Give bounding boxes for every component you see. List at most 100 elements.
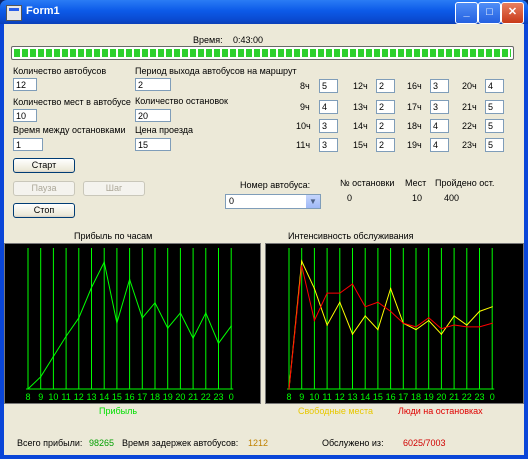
hour-interval-input[interactable]: 2 xyxy=(376,79,395,93)
data-point xyxy=(364,306,366,308)
bus-delay-value: 1212 xyxy=(248,438,269,448)
hour-interval-input[interactable]: 5 xyxy=(485,138,504,152)
data-point xyxy=(402,322,404,324)
hour-interval-input[interactable]: 4 xyxy=(430,138,449,152)
step-button[interactable]: Шаг xyxy=(83,181,145,196)
x-tick-label: 17 xyxy=(398,392,408,402)
hour-label: 16ч xyxy=(407,81,422,91)
x-tick-label: 0 xyxy=(229,392,234,402)
hour-interval-input[interactable]: 3 xyxy=(430,100,449,114)
x-tick-label: 22 xyxy=(201,392,211,402)
hour-interval-input[interactable]: 3 xyxy=(430,79,449,93)
app-icon xyxy=(6,5,22,21)
stop-button[interactable]: Стоп xyxy=(13,203,75,218)
bus-number-select[interactable]: 0 ▼ xyxy=(225,194,321,209)
title-bar[interactable]: Form1 _ □ ✕ xyxy=(0,0,528,24)
hour-interval-input[interactable]: 5 xyxy=(485,119,504,133)
x-tick-label: 19 xyxy=(163,392,173,402)
fare-input[interactable]: 15 xyxy=(135,138,171,151)
hour-label: 21ч xyxy=(462,102,477,112)
data-point xyxy=(167,327,169,329)
departure-period-label: Период выхода автобусов на маршрут xyxy=(135,66,297,76)
maximize-button[interactable]: □ xyxy=(478,2,501,24)
start-button[interactable]: Старт xyxy=(13,158,75,173)
close-button[interactable]: ✕ xyxy=(501,2,524,24)
x-tick-label: 22 xyxy=(462,392,472,402)
x-tick-label: 9 xyxy=(38,392,43,402)
data-point xyxy=(230,325,232,327)
hour-label: 22ч xyxy=(462,121,477,131)
hour-interval-input[interactable]: 4 xyxy=(430,119,449,133)
service-chart: 8 9 10 11 12 13 14 15 16 17 18 19 20 21 22 23 0 xyxy=(265,243,524,404)
hour-interval-input[interactable]: 2 xyxy=(376,138,395,152)
pause-button[interactable]: Пауза xyxy=(13,181,75,196)
hour-interval-input[interactable]: 3 xyxy=(319,138,338,152)
profit-chart: 8 9 10 11 12 13 14 15 16 17 18 19 20 21 22 23 0 xyxy=(4,243,261,404)
data-point xyxy=(288,388,290,390)
hour-label: 12ч xyxy=(353,81,368,91)
x-tick-label: 10 xyxy=(48,392,58,402)
x-tick-label: 0 xyxy=(490,392,495,402)
x-tick-label: 15 xyxy=(373,392,383,402)
stop-count-input[interactable]: 20 xyxy=(135,109,171,122)
x-tick-label: 10 xyxy=(309,392,319,402)
data-point xyxy=(313,287,315,290)
x-tick-label: 16 xyxy=(386,392,396,402)
x-tick-label: 11 xyxy=(61,392,70,402)
data-point xyxy=(377,329,379,331)
data-point xyxy=(428,319,430,322)
departure-period-input[interactable]: 2 xyxy=(135,78,171,91)
data-point xyxy=(103,261,105,263)
legend-free-seats: Свободные места xyxy=(298,406,374,416)
total-profit-label: Всего прибыли: xyxy=(17,438,83,448)
x-tick-label: 14 xyxy=(360,392,370,402)
data-point xyxy=(491,322,493,324)
hour-interval-input[interactable]: 4 xyxy=(319,100,338,114)
hour-interval-input[interactable]: 3 xyxy=(319,119,338,133)
data-point xyxy=(466,326,468,328)
data-point xyxy=(301,260,303,262)
x-tick-label: 12 xyxy=(74,392,84,402)
data-point xyxy=(129,278,131,280)
data-point xyxy=(313,319,315,322)
data-point xyxy=(179,312,181,314)
x-tick-label: 20 xyxy=(175,392,185,402)
window-title: Form1 xyxy=(26,5,60,17)
data-point xyxy=(27,388,29,390)
profit-chart-title: Прибыль по часам xyxy=(74,231,153,241)
x-tick-label: 11 xyxy=(322,392,331,402)
served-value: 6025/7003 xyxy=(403,438,446,448)
bus-count-input[interactable]: 12 xyxy=(13,78,37,91)
served-label: Обслужено из: xyxy=(322,438,384,448)
hour-label: 10ч xyxy=(296,121,311,131)
hour-interval-input[interactable]: 2 xyxy=(376,119,395,133)
bus-number-value: 0 xyxy=(229,196,235,206)
chevron-down-icon[interactable]: ▼ xyxy=(306,195,320,208)
x-tick-label: 12 xyxy=(335,392,345,402)
data-point xyxy=(78,317,80,319)
minimize-button[interactable]: _ xyxy=(455,2,478,24)
data-point xyxy=(154,302,156,304)
hour-interval-input[interactable]: 2 xyxy=(376,100,395,114)
hour-interval-input[interactable]: 4 xyxy=(485,79,504,93)
hour-interval-input[interactable]: 5 xyxy=(485,100,504,114)
hour-label: 13ч xyxy=(353,102,368,112)
data-point xyxy=(453,315,455,317)
hour-interval-input[interactable]: 5 xyxy=(319,79,338,93)
data-point xyxy=(351,283,354,285)
data-point xyxy=(415,329,417,331)
stop-number-label: № остановки xyxy=(340,178,395,188)
hour-label: 20ч xyxy=(462,81,477,91)
time-value: 0:43:00 xyxy=(233,35,264,45)
x-tick-label: 8 xyxy=(25,392,30,402)
bus-seats-input[interactable]: 10 xyxy=(13,109,37,122)
stop-count-label: Количество остановок xyxy=(135,96,228,106)
x-tick-label: 15 xyxy=(112,392,122,402)
bus-delay-label: Время задержек автобусов: xyxy=(122,438,239,448)
service-chart-svg: 8 9 10 11 12 13 14 15 16 17 18 19 20 21 22 23 0 xyxy=(286,248,495,402)
data-point xyxy=(339,301,341,303)
data-point xyxy=(377,301,379,303)
x-tick-label: 21 xyxy=(449,392,459,402)
x-tick-label: 19 xyxy=(424,392,434,402)
stop-interval-input[interactable]: 1 xyxy=(13,138,43,151)
